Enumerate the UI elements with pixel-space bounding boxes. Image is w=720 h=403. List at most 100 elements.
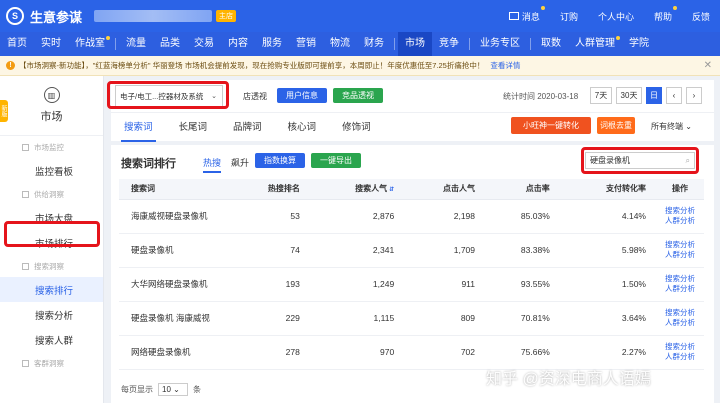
next-date-button[interactable]: › (686, 87, 702, 104)
nav-content[interactable]: 内容 (221, 32, 255, 56)
crowd-analysis-link[interactable]: 人群分析 (656, 352, 704, 362)
header-right-menu: 消息 订购 个人中心 帮助 反馈 (489, 0, 710, 32)
nav-home[interactable]: 首页 (0, 32, 34, 56)
nav-trade[interactable]: 交易 (187, 32, 221, 56)
close-icon[interactable]: ✕ (704, 60, 712, 71)
one-click-convert-button[interactable]: 小旺神一键转化 (511, 117, 591, 134)
help-link[interactable]: 帮助 (654, 5, 677, 23)
cell-actions: 搜索分析 人群分析 (656, 199, 704, 234)
cell-hot-rank: 53 (229, 199, 310, 234)
sort-icon[interactable]: ⇵ (389, 187, 394, 193)
nav-logistics[interactable]: 物流 (323, 32, 357, 56)
col-click-rate: 点击率 (485, 179, 560, 200)
cell-click-popularity: 911 (404, 267, 486, 302)
table-row: 硬盘录像机 海康威视 229 1,115 809 70.81% 3.64% 搜索… (119, 301, 704, 336)
cell-conversion-rate: 1.50% (559, 267, 656, 302)
sidebar-group-supply: 供给洞察 (0, 183, 103, 205)
page-size-select[interactable]: 10 ⌄ (158, 383, 188, 396)
sidebar-item-search-crowd[interactable]: 搜索人群 (0, 327, 103, 352)
crowd-analysis-link[interactable]: 人群分析 (656, 318, 704, 328)
range-30-days-button[interactable]: 30天 (616, 87, 642, 104)
market-chart-icon: ▥ (43, 87, 60, 103)
order-link[interactable]: 订购 (560, 10, 578, 23)
notice-detail-link[interactable]: 查看详情 (490, 60, 520, 71)
range-day-button[interactable]: 日 (646, 87, 662, 104)
user-center-link[interactable]: 个人中心 (598, 10, 634, 23)
search-analysis-link[interactable]: 搜索分析 (656, 308, 704, 318)
search-analysis-link[interactable]: 搜索分析 (656, 274, 704, 284)
range-7-days-button[interactable]: 7天 (590, 87, 612, 104)
competitor-perspective-button[interactable]: 竞品透视 (333, 88, 383, 103)
nav-finance[interactable]: 财务 (357, 32, 391, 56)
group-icon (22, 143, 29, 151)
nav-competition[interactable]: 竞争 (432, 32, 466, 56)
cell-keyword: 网络硬盘录像机 (119, 335, 229, 370)
chevron-down-icon: ⌄ (685, 122, 692, 131)
crowd-analysis-link[interactable]: 人群分析 (656, 284, 704, 294)
nav-business-zone[interactable]: 业务专区 (473, 32, 527, 56)
message-link[interactable]: 消息 (508, 5, 545, 23)
tab-rising[interactable]: 飙升 (231, 156, 249, 169)
export-button[interactable]: 一键导出 (311, 153, 361, 168)
feedback-link[interactable]: 反馈 (692, 10, 710, 23)
cell-conversion-rate: 2.27% (559, 335, 656, 370)
cell-search-popularity: 1,249 (309, 267, 405, 302)
table-row: 网络硬盘录像机 278 970 702 75.66% 2.27% 搜索分析 人群分… (119, 335, 704, 370)
nav-traffic[interactable]: 流量 (119, 32, 153, 56)
nav-realtime[interactable]: 实时 (34, 32, 68, 56)
nav-academy[interactable]: 学院 (622, 32, 656, 56)
notify-dot (106, 36, 110, 40)
table-row: 硬盘录像机 74 2,341 1,709 83.38% 5.98% 搜索分析 人群… (119, 233, 704, 268)
nav-crowd-manage[interactable]: 人群管理 (568, 32, 622, 56)
user-info-button[interactable]: 用户信息 (277, 88, 327, 103)
col-click-popularity: 点击人气 (404, 179, 486, 200)
tab-search-words[interactable]: 搜索词 (111, 113, 166, 142)
stat-time: 统计时间 2020-03-18 (503, 92, 579, 101)
search-analysis-link[interactable]: 搜索分析 (656, 206, 704, 216)
table-header-row: 搜索词 热搜排名 搜索人气 ⇵ 点击人气 点击率 支付转化率 操作 (119, 179, 704, 200)
tab-modifier-words[interactable]: 修饰词 (329, 113, 384, 142)
crowd-analysis-link[interactable]: 人群分析 (656, 216, 704, 226)
table-row: 大华网络硬盘录像机 193 1,249 911 93.55% 1.50% 搜索分… (119, 267, 704, 302)
nav-warroom[interactable]: 作战室 (68, 32, 112, 56)
brand-logo[interactable]: S 生意参谋 (6, 7, 82, 26)
tab-hot-search[interactable]: 热搜 (203, 156, 222, 173)
sidebar-item-monitor-board[interactable]: 监控看板 (0, 158, 103, 183)
nav-divider (115, 38, 116, 50)
nav-category[interactable]: 品类 (153, 32, 187, 56)
cell-conversion-rate: 3.64% (559, 301, 656, 336)
index-convert-button[interactable]: 指数换算 (255, 153, 305, 168)
prev-date-button[interactable]: ‹ (666, 87, 682, 104)
cell-actions: 搜索分析 人群分析 (656, 301, 704, 336)
nav-market[interactable]: 市场 (398, 32, 432, 56)
annotation-highlight-search (581, 147, 699, 174)
sidebar-item-search-analysis[interactable]: 搜索分析 (0, 302, 103, 327)
sidebar-item-search-ranking[interactable]: 搜索排行 (0, 277, 103, 302)
nav-marketing[interactable]: 营销 (289, 32, 323, 56)
terminal-select[interactable]: 所有终端 ⌄ (651, 121, 692, 132)
new-version-tab[interactable]: 新版 (0, 100, 8, 122)
tab-brand-words[interactable]: 品牌词 (220, 113, 275, 142)
search-analysis-link[interactable]: 搜索分析 (656, 240, 704, 250)
col-search-popularity[interactable]: 搜索人气 ⇵ (309, 179, 405, 200)
nav-data-fetch[interactable]: 取数 (534, 32, 568, 56)
table-row: 海康威视硬盘录像机 53 2,876 2,198 85.03% 4.14% 搜索… (119, 199, 704, 234)
crowd-analysis-link[interactable]: 人群分析 (656, 250, 704, 260)
nav-service[interactable]: 服务 (255, 32, 289, 56)
cell-click-popularity: 809 (404, 301, 486, 336)
mail-icon (508, 12, 519, 20)
cell-hot-rank: 74 (229, 233, 310, 268)
cell-search-popularity: 1,115 (309, 301, 405, 336)
group-icon (22, 190, 29, 198)
brand-name: 生意参谋 (30, 9, 83, 25)
nav-divider (530, 38, 531, 50)
shop-badge: 主店 (216, 10, 237, 22)
notify-dot (540, 5, 545, 10)
tab-long-tail-words[interactable]: 长尾词 (166, 113, 221, 142)
cell-search-popularity: 2,876 (309, 199, 405, 234)
search-analysis-link[interactable]: 搜索分析 (656, 342, 704, 352)
root-dedupe-button[interactable]: 词根去重 (597, 117, 635, 134)
nav-divider (394, 38, 395, 50)
cell-click-popularity: 702 (404, 335, 486, 370)
tab-core-words[interactable]: 核心词 (275, 113, 330, 142)
